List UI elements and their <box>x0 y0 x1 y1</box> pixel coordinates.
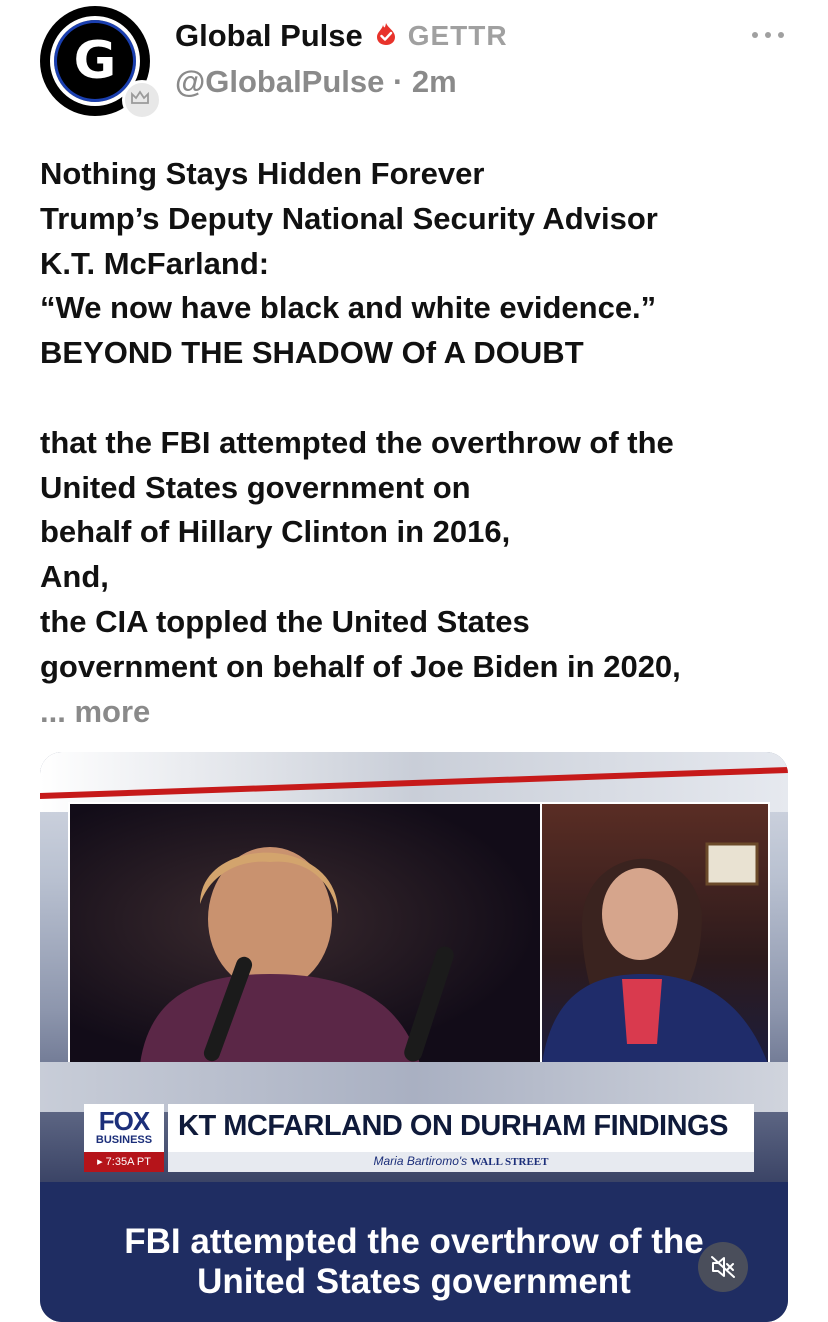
post-text-line: Nothing Stays Hidden Forever <box>40 156 485 191</box>
post-header: G Global Pulse GETTR @GlobalPulse · 2m <box>0 0 828 130</box>
speaker-right-figure <box>542 842 768 1064</box>
network-logo: FOX BUSINESS ▸ 7:35A PT <box>84 1104 164 1172</box>
author-handle-time[interactable]: @GlobalPulse · 2m <box>175 64 457 100</box>
platform-label: GETTR <box>407 20 508 51</box>
caption-line: FBI attempted the overthrow of the <box>124 1222 704 1261</box>
time-chip: ▸ 7:35A PT <box>84 1152 164 1172</box>
author-name-row: Global Pulse GETTR <box>175 18 508 60</box>
crown-badge-icon <box>122 80 162 120</box>
chyron-subline-box: Maria Bartiromo's WALL STREET <box>168 1152 754 1172</box>
video-frame-right <box>540 802 770 1066</box>
post-text-line: “We now have black and white evidence.” <box>40 290 657 326</box>
post-text-line: K.T. McFarland: <box>40 245 270 281</box>
speaker-muted-icon[interactable] <box>698 1242 748 1292</box>
post-text-line: behalf of Hillary Clinton in 2016, <box>40 514 511 550</box>
post-text-line: government on behalf of Joe Biden in 202… <box>40 648 681 684</box>
chyron-subline: Maria Bartiromo's WALL STREET <box>168 1154 754 1168</box>
network-logo-text: FOX <box>98 1106 150 1136</box>
caption-line: United States government <box>197 1262 631 1301</box>
more-link[interactable]: ... more <box>40 690 800 735</box>
post-text-line: And, <box>40 559 109 595</box>
network-logo-sub: BUSINESS <box>95 1134 153 1146</box>
news-chyron: FOX BUSINESS ▸ 7:35A PT KT MCFARLAND ON … <box>84 1104 754 1172</box>
post-text-blank-line <box>40 376 800 421</box>
more-dots-icon[interactable] <box>748 24 788 44</box>
video-frame-left <box>68 802 542 1066</box>
author-display-name[interactable]: Global Pulse <box>175 18 363 53</box>
video-caption: FBI attempted the overthrow of the Unite… <box>40 1222 788 1302</box>
post-text-line: the CIA toppled the United States <box>40 603 530 639</box>
post-body: Nothing Stays Hidden Forever Trump’s Dep… <box>40 152 800 734</box>
chyron-headline: KT MCFARLAND ON DURHAM FINDINGS <box>178 1110 728 1142</box>
show-brand: WALL STREET <box>470 1156 549 1168</box>
flame-badge-icon <box>375 22 397 51</box>
chyron-headline-box: KT MCFARLAND ON DURHAM FINDINGS <box>168 1104 754 1152</box>
post-text-line: United States government on <box>40 469 471 505</box>
post-text-line: that the FBI attempted the overthrow of … <box>40 424 674 460</box>
post-text-line: Trump’s Deputy National Security Advisor <box>40 200 658 236</box>
show-name: Maria Bartiromo's <box>373 1154 468 1168</box>
video-player[interactable]: FOX BUSINESS ▸ 7:35A PT KT MCFARLAND ON … <box>40 752 788 1322</box>
post-text-line: BEYOND THE SHADOW Of A DOUBT <box>40 335 584 371</box>
speaker-left-figure <box>140 847 454 1064</box>
